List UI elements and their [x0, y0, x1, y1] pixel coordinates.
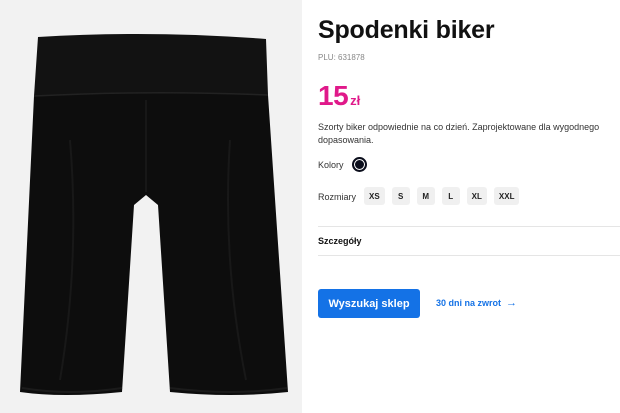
- color-swatch-black[interactable]: [352, 157, 367, 172]
- size-option-m[interactable]: M: [416, 187, 435, 205]
- size-option-xl[interactable]: XL: [466, 187, 487, 205]
- sizes-label: Rozmiary: [318, 192, 357, 202]
- biker-shorts-illustration: [20, 33, 288, 396]
- product-price: 15 zł: [318, 80, 360, 112]
- price-amount: 15: [318, 80, 349, 111]
- return-policy-label: 30 dni na zwrot: [436, 298, 502, 308]
- product-title: Spodenki biker: [318, 16, 495, 44]
- product-image: [0, 0, 302, 413]
- price-currency: zł: [350, 93, 361, 108]
- details-toggle[interactable]: Szczegóły: [318, 236, 362, 246]
- find-store-button[interactable]: Wyszukaj sklep: [318, 289, 420, 318]
- divider: [318, 255, 620, 256]
- size-options: XS S M L XL XXL: [364, 187, 520, 205]
- divider: [318, 226, 620, 227]
- product-info: Spodenki biker PLU: 631878 15 zł Szorty b…: [318, 0, 620, 413]
- arrow-right-icon: →: [506, 297, 518, 309]
- size-option-xs[interactable]: XS: [364, 187, 385, 205]
- colors-label: Kolory: [318, 160, 344, 170]
- product-plu: PLU: 631878: [318, 53, 365, 62]
- product-description: Szorty biker odpowiednie na co dzień. Za…: [318, 122, 600, 145]
- size-option-s[interactable]: S: [391, 187, 410, 205]
- size-option-l[interactable]: L: [441, 187, 460, 205]
- return-policy-link[interactable]: 30 dni na zwrot →: [436, 297, 517, 309]
- size-option-xxl[interactable]: XXL: [493, 187, 520, 205]
